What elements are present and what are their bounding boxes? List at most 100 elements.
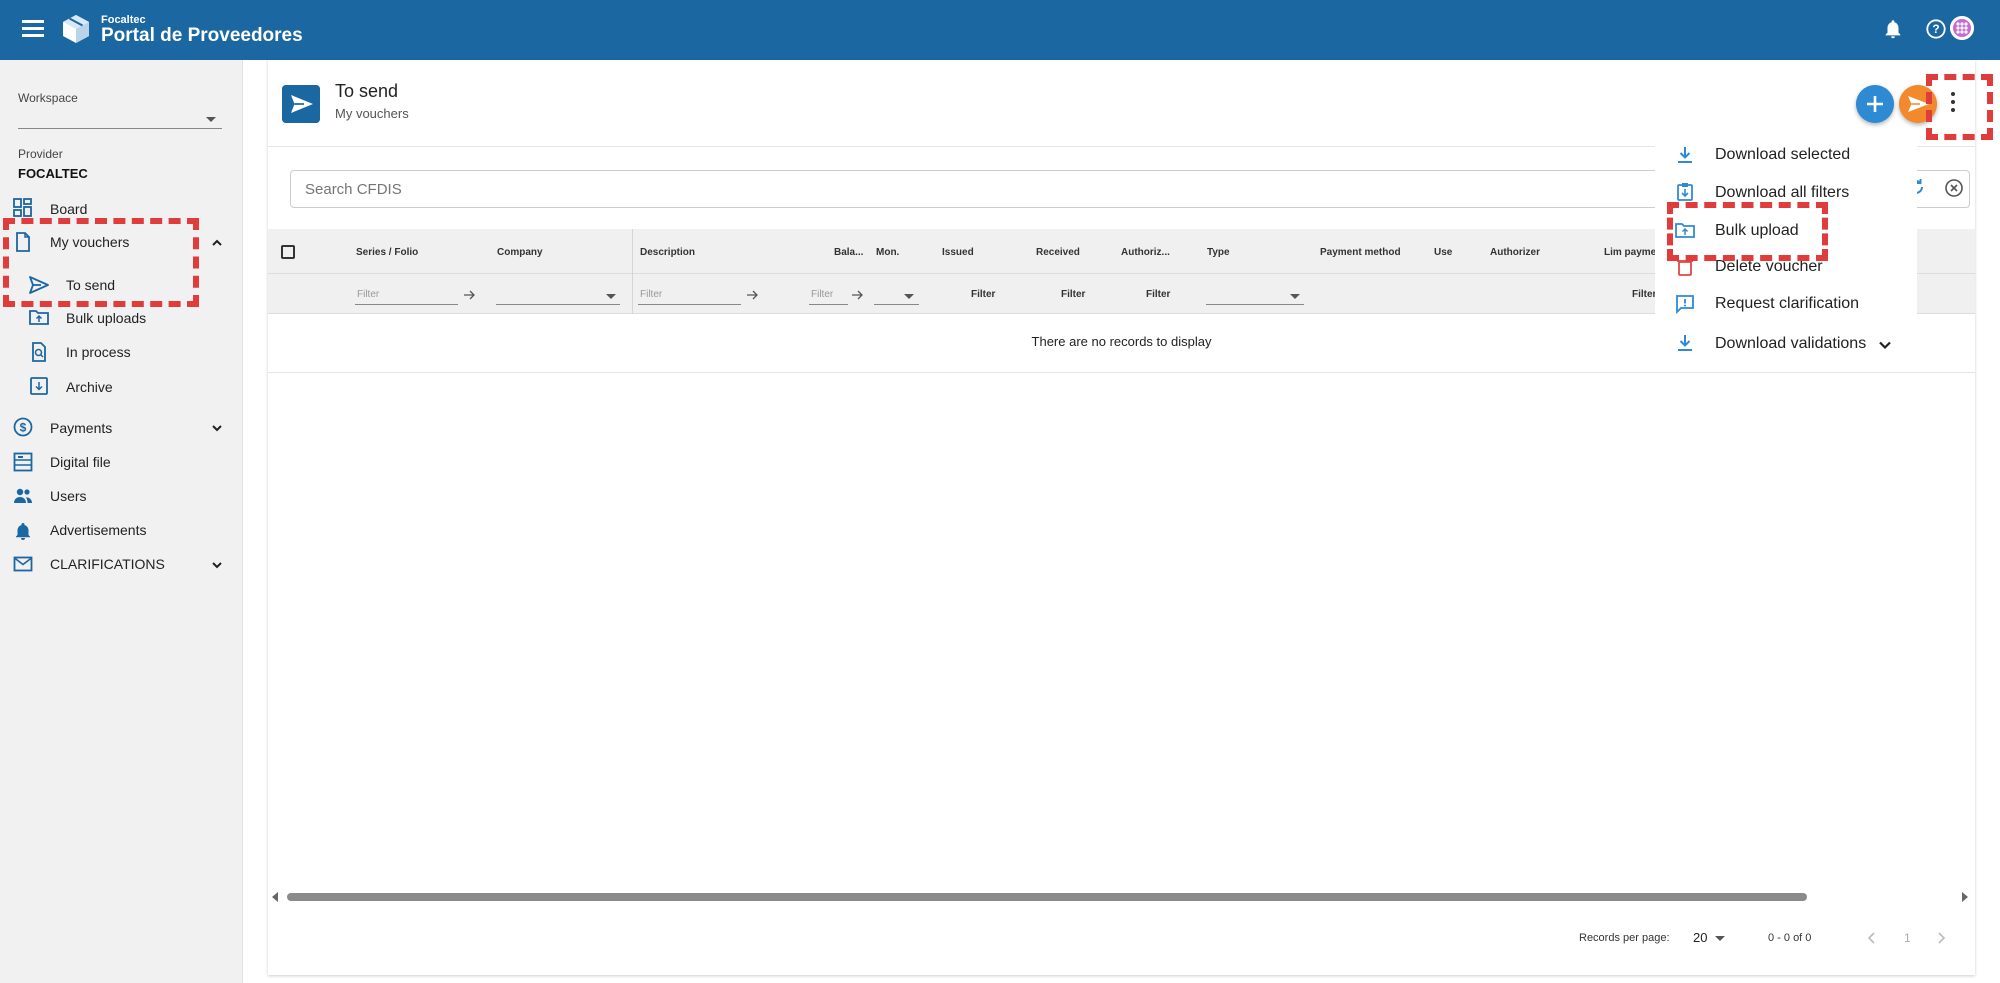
column-header-balance[interactable]: Bala...: [834, 247, 863, 258]
sidebar-item-users[interactable]: Users: [0, 482, 243, 510]
digital-file-icon: [13, 452, 33, 472]
top-app-bar: Focaltec Portal de Proveedores ?: [0, 0, 2000, 60]
chevron-down-icon: [606, 294, 616, 299]
bell-icon: [16, 523, 30, 540]
sidebar-item-archive[interactable]: Archive: [0, 372, 243, 400]
filter-description-input[interactable]: Filter: [638, 287, 741, 305]
provider-value: FOCALTEC: [18, 166, 88, 181]
chevron-down-icon: [212, 562, 222, 569]
sidebar-item-bulk-uploads[interactable]: Bulk uploads: [0, 304, 243, 332]
pagination-range: 0 - 0 of 0: [1768, 932, 1812, 944]
records-per-page-label: Records per page:: [1579, 932, 1670, 944]
add-button[interactable]: [1856, 85, 1894, 123]
sidebar-item-label: In process: [66, 344, 131, 360]
menu-icon[interactable]: [22, 20, 44, 38]
menu-item-label: Bulk upload: [1715, 222, 1799, 239]
filter-authorized-button[interactable]: Filter: [1146, 289, 1170, 300]
previous-page-icon[interactable]: [1866, 932, 1878, 944]
sidebar-item-label: Bulk uploads: [66, 310, 147, 326]
column-header-use[interactable]: Use: [1434, 247, 1452, 258]
chevron-down-icon: [1879, 341, 1891, 350]
workspace-select[interactable]: [18, 108, 222, 130]
mail-icon: [13, 556, 33, 572]
chevron-down-icon: [904, 294, 914, 299]
page-subtitle: My vouchers: [335, 106, 409, 121]
sidebar-item-to-send[interactable]: To send: [0, 270, 243, 298]
notifications-bell-icon[interactable]: [1882, 18, 1904, 40]
sidebar-item-label: Users: [50, 488, 87, 504]
archive-icon: [30, 377, 48, 395]
logo-icon: [63, 15, 89, 43]
column-header-description[interactable]: Description: [640, 247, 695, 258]
column-header-currency[interactable]: Mon.: [876, 247, 899, 258]
sidebar-item-label: Archive: [66, 379, 113, 395]
filter-company-select[interactable]: [496, 287, 620, 305]
dashboard-icon: [13, 198, 32, 217]
arrow-right-icon[interactable]: [463, 289, 477, 301]
sidebar-item-label: To send: [66, 277, 116, 293]
chevron-down-icon: [1715, 936, 1725, 941]
provider-label: Provider: [18, 147, 63, 161]
filter-lim-payment-button[interactable]: Filter: [1632, 289, 1656, 300]
filter-balance-input[interactable]: Filter: [809, 287, 848, 305]
column-header-lim-payment[interactable]: Lim paymen: [1604, 247, 1662, 258]
menu-item-label: Delete voucher: [1715, 258, 1823, 275]
sidebar-item-clarifications[interactable]: CLARIFICATIONS: [0, 550, 243, 578]
chevron-up-icon: [212, 239, 222, 246]
more-options-icon[interactable]: [1950, 92, 1956, 114]
brand-name: Portal de Proveedores: [101, 25, 303, 46]
sidebar-item-digital-file[interactable]: Digital file: [0, 448, 243, 476]
column-header-issued[interactable]: Issued: [942, 247, 974, 258]
scroll-right-arrow[interactable]: [1962, 892, 1968, 902]
sidebar-item-label: Advertisements: [50, 522, 147, 538]
sidebar-item-my-vouchers[interactable]: My vouchers: [0, 228, 243, 256]
filter-received-button[interactable]: Filter: [1061, 289, 1085, 300]
sidebar-item-payments[interactable]: $ Payments: [0, 413, 243, 441]
column-header-series-folio[interactable]: Series / Folio: [356, 247, 418, 258]
arrow-right-icon[interactable]: [851, 289, 865, 301]
records-per-page-select[interactable]: 20: [1693, 930, 1725, 945]
chevron-down-icon: [212, 425, 222, 432]
folder-upload-icon: [29, 310, 49, 325]
chevron-down-icon: [1290, 294, 1300, 299]
document-icon: [16, 232, 30, 252]
column-header-received[interactable]: Received: [1036, 247, 1080, 258]
workspace-label: Workspace: [18, 91, 78, 105]
filter-currency-select[interactable]: [874, 287, 919, 305]
column-header-authorizer[interactable]: Authorizer: [1490, 247, 1540, 258]
download-icon: [1678, 335, 1692, 351]
column-header-company[interactable]: Company: [497, 247, 543, 258]
send-button[interactable]: [1899, 85, 1937, 123]
filter-series-input[interactable]: Filter: [355, 287, 458, 305]
sidebar-item-board[interactable]: Board: [0, 194, 243, 222]
filter-issued-button[interactable]: Filter: [971, 289, 995, 300]
arrow-right-icon[interactable]: [746, 289, 760, 301]
select-all-checkbox[interactable]: [281, 245, 295, 259]
document-search-icon: [32, 342, 46, 362]
horizontal-scrollbar[interactable]: [287, 893, 1807, 901]
download-icon: [1678, 147, 1692, 163]
scroll-left-arrow[interactable]: [272, 892, 278, 902]
chat-alert-icon: [1676, 295, 1694, 314]
menu-item-label: Request clarification: [1715, 295, 1860, 312]
column-header-authorized[interactable]: Authoriz...: [1121, 247, 1170, 258]
sidebar-item-advertisements[interactable]: Advertisements: [0, 516, 243, 544]
sidebar-item-label: Digital file: [50, 454, 111, 470]
filter-type-select[interactable]: [1206, 287, 1304, 305]
help-icon[interactable]: ?: [1925, 18, 1947, 40]
trash-icon: [1677, 260, 1693, 276]
menu-item-label: Download selected: [1715, 146, 1851, 163]
svg-text:$: $: [20, 421, 27, 435]
menu-item-label: Download validations: [1715, 335, 1867, 352]
sidebar-item-label: Payments: [50, 420, 113, 436]
dollar-icon: $: [13, 417, 33, 437]
menu-item-label: Download all filters: [1715, 184, 1850, 201]
column-header-payment-method[interactable]: Payment method: [1320, 247, 1401, 258]
sidebar-item-label: Board: [50, 201, 88, 217]
column-header-type[interactable]: Type: [1207, 247, 1230, 258]
sidebar-item-in-process[interactable]: In process: [0, 338, 243, 366]
current-page-number[interactable]: 1: [1904, 931, 1911, 945]
clear-search-icon[interactable]: [1944, 178, 1964, 198]
user-avatar[interactable]: [1950, 16, 1974, 40]
next-page-icon[interactable]: [1935, 932, 1947, 944]
